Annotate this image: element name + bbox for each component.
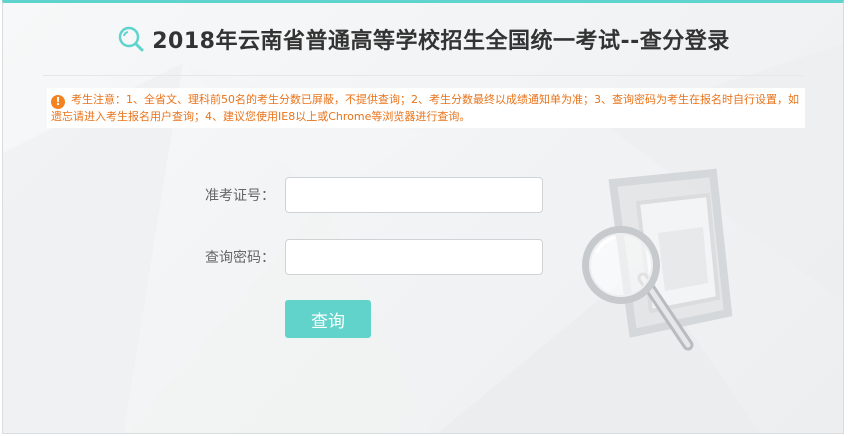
notice-box: ! 考生注意：1、全省文、理科前50名的考生分数已屏蔽，不提供查询；2、考生分数最… xyxy=(47,88,805,128)
notice-text: 考生注意：1、全省文、理科前50名的考生分数已屏蔽，不提供查询；2、考生分数最终… xyxy=(51,93,799,123)
magnifier-illustration xyxy=(582,168,733,351)
page-title: 2018年云南省普通高等学校招生全国统一考试--查分登录 xyxy=(152,29,730,54)
login-panel: 2018年云南省普通高等学校招生全国统一考试--查分登录 ! 考生注意：1、全省文… xyxy=(2,0,844,434)
exclamation-icon: ! xyxy=(51,95,65,109)
password-row: 查询密码： xyxy=(183,239,543,275)
exam-id-label: 准考证号： xyxy=(205,188,275,204)
password-label: 查询密码： xyxy=(205,250,275,266)
exam-id-input[interactable] xyxy=(285,177,543,213)
page-header: 2018年云南省普通高等学校招生全国统一考试--查分登录 xyxy=(43,3,803,76)
search-icon xyxy=(119,26,144,52)
exam-id-row: 准考证号： xyxy=(183,177,543,213)
password-input[interactable] xyxy=(285,239,543,275)
query-button[interactable]: 查询 xyxy=(285,300,371,338)
